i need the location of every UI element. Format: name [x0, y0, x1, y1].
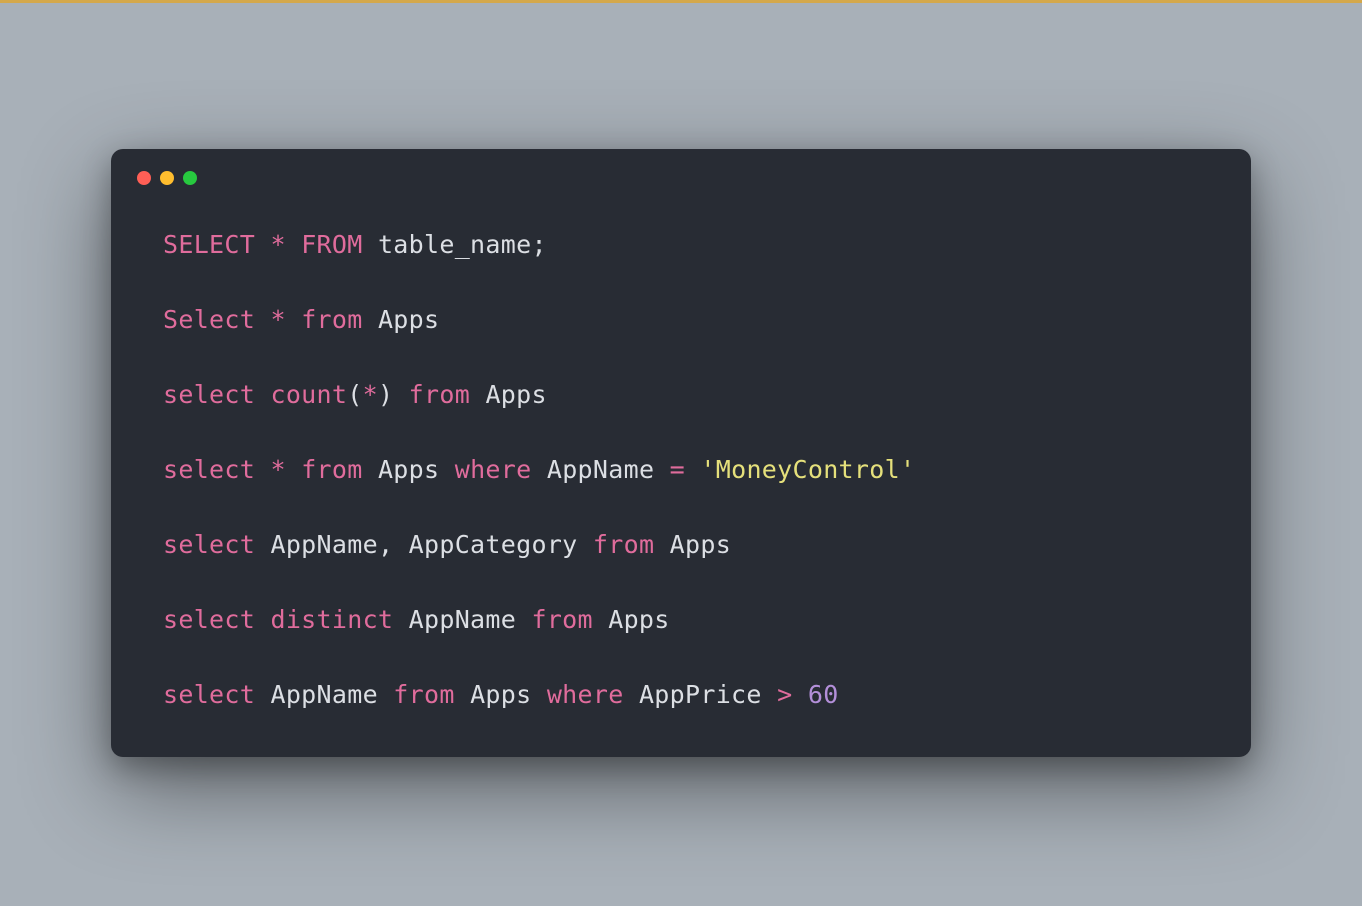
- code-token-sp: [439, 455, 454, 484]
- code-token-sp: [578, 530, 593, 559]
- code-token-ident: Apps: [378, 305, 439, 334]
- code-token-op: >: [777, 680, 792, 709]
- code-token-sp: [286, 230, 301, 259]
- code-token-sp: [531, 455, 546, 484]
- code-token-sp: [255, 305, 270, 334]
- code-token-sp: [393, 380, 408, 409]
- code-line: select distinct AppName from Apps: [163, 602, 1199, 637]
- code-line: select * from Apps where AppName = 'Mone…: [163, 452, 1199, 487]
- code-token-sp: [255, 380, 270, 409]
- code-token-kw: select: [163, 680, 255, 709]
- code-token-sp: [286, 305, 301, 334]
- code-token-op: =: [670, 455, 685, 484]
- code-token-op: *: [363, 380, 378, 409]
- code-token-kw: from: [393, 680, 454, 709]
- code-token-op: *: [270, 455, 285, 484]
- code-token-punct: ;: [531, 230, 546, 259]
- code-token-sp: [255, 455, 270, 484]
- code-token-kw: from: [301, 305, 362, 334]
- code-token-punct: ): [378, 380, 393, 409]
- code-token-sp: [255, 605, 270, 634]
- code-token-ident: table_name: [378, 230, 532, 259]
- code-token-ident: AppName: [270, 530, 377, 559]
- code-window: SELECT * FROM table_name; Select * from A…: [111, 149, 1251, 757]
- code-line: select count(*) from Apps: [163, 377, 1199, 412]
- code-token-ident: AppName: [547, 455, 654, 484]
- code-token-ident: AppName: [270, 680, 377, 709]
- minimize-icon[interactable]: [160, 171, 174, 185]
- code-token-sp: [378, 680, 393, 709]
- code-token-sp: [593, 605, 608, 634]
- code-token-ident: AppPrice: [639, 680, 762, 709]
- code-line: select AppName from Apps where AppPrice …: [163, 677, 1199, 712]
- code-token-sp: [762, 680, 777, 709]
- code-token-kw: select: [163, 605, 255, 634]
- code-token-sp: [531, 680, 546, 709]
- code-line: SELECT * FROM table_name;: [163, 227, 1199, 262]
- code-token-kw: where: [455, 455, 532, 484]
- code-token-ident: Apps: [470, 680, 531, 709]
- code-token-ident: Apps: [378, 455, 439, 484]
- code-token-sp: [286, 455, 301, 484]
- maximize-icon[interactable]: [183, 171, 197, 185]
- code-token-sp: [654, 530, 669, 559]
- code-token-sp: [455, 680, 470, 709]
- code-token-str: 'MoneyControl': [700, 455, 915, 484]
- code-token-sp: [654, 455, 669, 484]
- code-line: Select * from Apps: [163, 302, 1199, 337]
- code-token-kw: FROM: [301, 230, 362, 259]
- code-token-sp: [363, 230, 378, 259]
- code-token-kw: select: [163, 380, 255, 409]
- code-token-kw: where: [547, 680, 624, 709]
- code-token-kw: from: [301, 455, 362, 484]
- code-area: SELECT * FROM table_name; Select * from A…: [111, 185, 1251, 712]
- code-token-ident: AppName: [409, 605, 516, 634]
- code-token-sp: [255, 680, 270, 709]
- close-icon[interactable]: [137, 171, 151, 185]
- code-token-sp: [363, 455, 378, 484]
- code-token-op: *: [270, 230, 285, 259]
- code-token-sp: [393, 605, 408, 634]
- code-token-func: count: [270, 380, 347, 409]
- code-token-kw: select: [163, 455, 255, 484]
- code-token-sp: [255, 230, 270, 259]
- code-token-punct: ,: [378, 530, 393, 559]
- code-token-sp: [363, 305, 378, 334]
- code-token-num: 60: [808, 680, 839, 709]
- code-token-kw: select: [163, 530, 255, 559]
- code-token-sp: [516, 605, 531, 634]
- code-token-sp: [393, 530, 408, 559]
- code-token-ident: Apps: [670, 530, 731, 559]
- code-token-ident: AppCategory: [409, 530, 578, 559]
- code-token-ident: Apps: [485, 380, 546, 409]
- window-titlebar: [111, 149, 1251, 185]
- code-token-sp: [470, 380, 485, 409]
- code-token-kw: from: [531, 605, 592, 634]
- code-token-kw: from: [409, 380, 470, 409]
- code-token-sp: [255, 530, 270, 559]
- code-token-kw: from: [593, 530, 654, 559]
- code-token-punct: (: [347, 380, 362, 409]
- code-token-sp: [624, 680, 639, 709]
- code-token-kw: Select: [163, 305, 255, 334]
- code-token-kw: SELECT: [163, 230, 255, 259]
- code-token-sp: [792, 680, 807, 709]
- code-line: select AppName, AppCategory from Apps: [163, 527, 1199, 562]
- code-token-op: *: [270, 305, 285, 334]
- code-token-sp: [685, 455, 700, 484]
- code-token-kw: distinct: [270, 605, 393, 634]
- code-token-ident: Apps: [608, 605, 669, 634]
